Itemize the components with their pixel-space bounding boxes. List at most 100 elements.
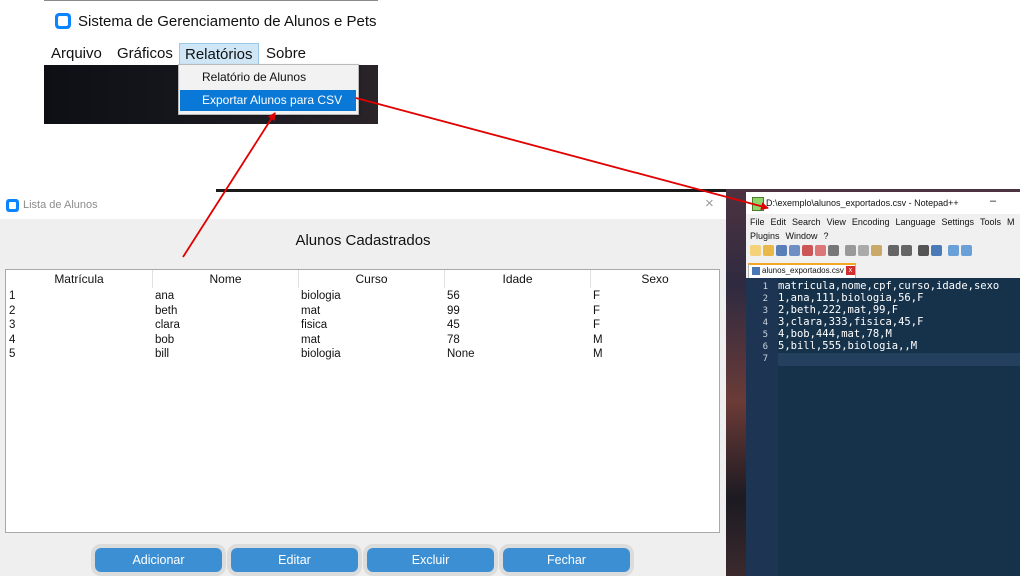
cell-sexo: F: [593, 290, 601, 302]
notepad-menu-bar: File Edit Search View Encoding Language Settin…: [750, 217, 1020, 227]
close-icon[interactable]: ×: [705, 195, 714, 212]
menu-edit[interactable]: Edit: [771, 217, 787, 227]
zoom-out-icon[interactable]: [961, 245, 972, 256]
menu-encoding[interactable]: Encoding: [852, 217, 890, 227]
save-icon[interactable]: [776, 245, 787, 256]
cell-idade: None: [447, 348, 475, 360]
menu-tools[interactable]: Tools: [980, 217, 1001, 227]
cell-idade: 45: [447, 319, 460, 331]
menu-window[interactable]: Window: [786, 231, 818, 241]
menu-search[interactable]: Search: [792, 217, 821, 227]
column-header-nome[interactable]: Nome: [153, 270, 299, 288]
menu-settings[interactable]: Settings: [942, 217, 975, 227]
cut-icon[interactable]: [845, 245, 856, 256]
open-folder-icon[interactable]: [763, 245, 774, 256]
column-header-curso[interactable]: Curso: [299, 270, 445, 288]
students-table: Matrícula Nome Curso Idade Sexo 1 ana bi…: [5, 269, 720, 533]
table-row[interactable]: 1 ana biologia 56 F: [6, 289, 719, 304]
csv-line: 4,bob,444,mat,78,M: [778, 328, 892, 340]
cell-nome: clara: [155, 319, 180, 331]
window-icon: [6, 199, 19, 212]
menu-graficos[interactable]: Gráficos: [112, 43, 178, 65]
app-icon: [55, 13, 71, 29]
menu-plugins[interactable]: Plugins: [750, 231, 780, 241]
notepad-icon: [752, 197, 764, 211]
cell-matricula: 3: [9, 319, 16, 331]
relatorios-dropdown: Relatório de Alunos Exportar Alunos para…: [178, 64, 359, 115]
cell-nome: ana: [155, 290, 175, 302]
add-button[interactable]: Adicionar: [95, 548, 222, 572]
line-number: 5: [762, 330, 768, 340]
column-header-sexo[interactable]: Sexo: [591, 270, 719, 288]
menu-relatorios[interactable]: Relatórios: [179, 43, 259, 65]
save-all-icon[interactable]: [789, 245, 800, 256]
notepad-tab-bar: alunos_exportados.csv x: [746, 262, 1020, 279]
edit-button[interactable]: Editar: [231, 548, 358, 572]
notepad-toolbar: [748, 243, 1020, 259]
print-icon[interactable]: [828, 245, 839, 256]
close-file-icon[interactable]: [802, 245, 813, 256]
table-row[interactable]: 4 bob mat 78 M: [6, 333, 719, 348]
menu-language[interactable]: Language: [895, 217, 935, 227]
cell-sexo: F: [593, 304, 601, 317]
undo-icon[interactable]: [888, 245, 899, 256]
window-title: Lista de Alunos: [23, 199, 98, 211]
table-row[interactable]: 2 beth mat 99 F: [6, 304, 719, 319]
redo-icon[interactable]: [901, 245, 912, 256]
paste-icon[interactable]: [871, 245, 882, 256]
close-button[interactable]: Fechar: [503, 548, 630, 572]
cell-idade: 56: [447, 290, 460, 302]
app-title: Sistema de Gerenciamento de Alunos e Pet…: [78, 13, 377, 30]
menu-item-exportar-csv[interactable]: Exportar Alunos para CSV: [180, 90, 356, 111]
cell-matricula: 1: [9, 290, 16, 302]
tab-close-icon[interactable]: x: [846, 266, 855, 275]
cell-sexo: M: [593, 333, 603, 346]
menu-sobre[interactable]: Sobre: [261, 43, 311, 65]
table-row[interactable]: 3 clara fisica 45 F: [6, 318, 719, 333]
csv-line: 5,bill,555,biologia,,M: [778, 340, 918, 352]
line-number: 3: [762, 306, 768, 316]
file-tab[interactable]: alunos_exportados.csv x: [748, 263, 856, 278]
close-all-icon[interactable]: [815, 245, 826, 256]
line-number-gutter: 1 2 3 4 5 6 7: [746, 278, 778, 576]
find-icon[interactable]: [918, 245, 929, 256]
new-file-icon[interactable]: [750, 245, 761, 256]
copy-icon[interactable]: [858, 245, 869, 256]
file-tab-label: alunos_exportados.csv: [762, 266, 844, 275]
app-title-bar: Sistema de Gerenciamento de Alunos e Pet…: [44, 0, 378, 41]
menu-macro[interactable]: M: [1007, 217, 1015, 227]
column-header-idade[interactable]: Idade: [445, 270, 591, 288]
cell-curso: fisica: [301, 319, 328, 331]
menu-help[interactable]: ?: [824, 231, 829, 241]
cell-curso: biologia: [301, 348, 341, 360]
lista-alunos-window: Lista de Alunos × Alunos Cadastrados Mat…: [0, 192, 726, 576]
cell-idade: 78: [447, 333, 460, 346]
line-number: 7: [762, 354, 768, 364]
line-number: 2: [762, 294, 768, 304]
cell-curso: mat: [301, 333, 321, 346]
cell-curso: biologia: [301, 290, 341, 302]
current-line-highlight: [778, 353, 1020, 366]
column-header-matricula[interactable]: Matrícula: [6, 270, 153, 288]
notepad-menu-bar-row2: Plugins Window?: [750, 231, 835, 241]
notepad-title: D:\exemplo\alunos_exportados.csv - Notep…: [766, 198, 959, 208]
line-number: 1: [762, 282, 768, 292]
menu-view[interactable]: View: [827, 217, 846, 227]
csv-line: 1,ana,111,biologia,56,F: [778, 292, 924, 304]
table-row[interactable]: 5 bill biologia None M: [6, 347, 719, 362]
cell-matricula: 4: [9, 333, 16, 346]
replace-icon[interactable]: [931, 245, 942, 256]
menu-item-relatorio-alunos[interactable]: Relatório de Alunos: [180, 67, 356, 88]
notepad-title-bar: D:\exemplo\alunos_exportados.csv - Notep…: [746, 192, 1020, 214]
delete-button[interactable]: Excluir: [367, 548, 494, 572]
csv-line: matricula,nome,cpf,curso,idade,sexo: [778, 280, 1000, 292]
menu-bar: Arquivo Gráficos Relatórios Sobre: [44, 40, 378, 65]
page-title: Alunos Cadastrados: [295, 232, 431, 249]
zoom-in-icon[interactable]: [948, 245, 959, 256]
csv-line: 3,clara,333,fisica,45,F: [778, 316, 924, 328]
minimize-icon[interactable]: –: [990, 195, 996, 207]
cell-nome: bob: [155, 333, 175, 346]
menu-file[interactable]: File: [750, 217, 765, 227]
file-icon: [752, 267, 760, 275]
menu-arquivo[interactable]: Arquivo: [46, 43, 107, 65]
